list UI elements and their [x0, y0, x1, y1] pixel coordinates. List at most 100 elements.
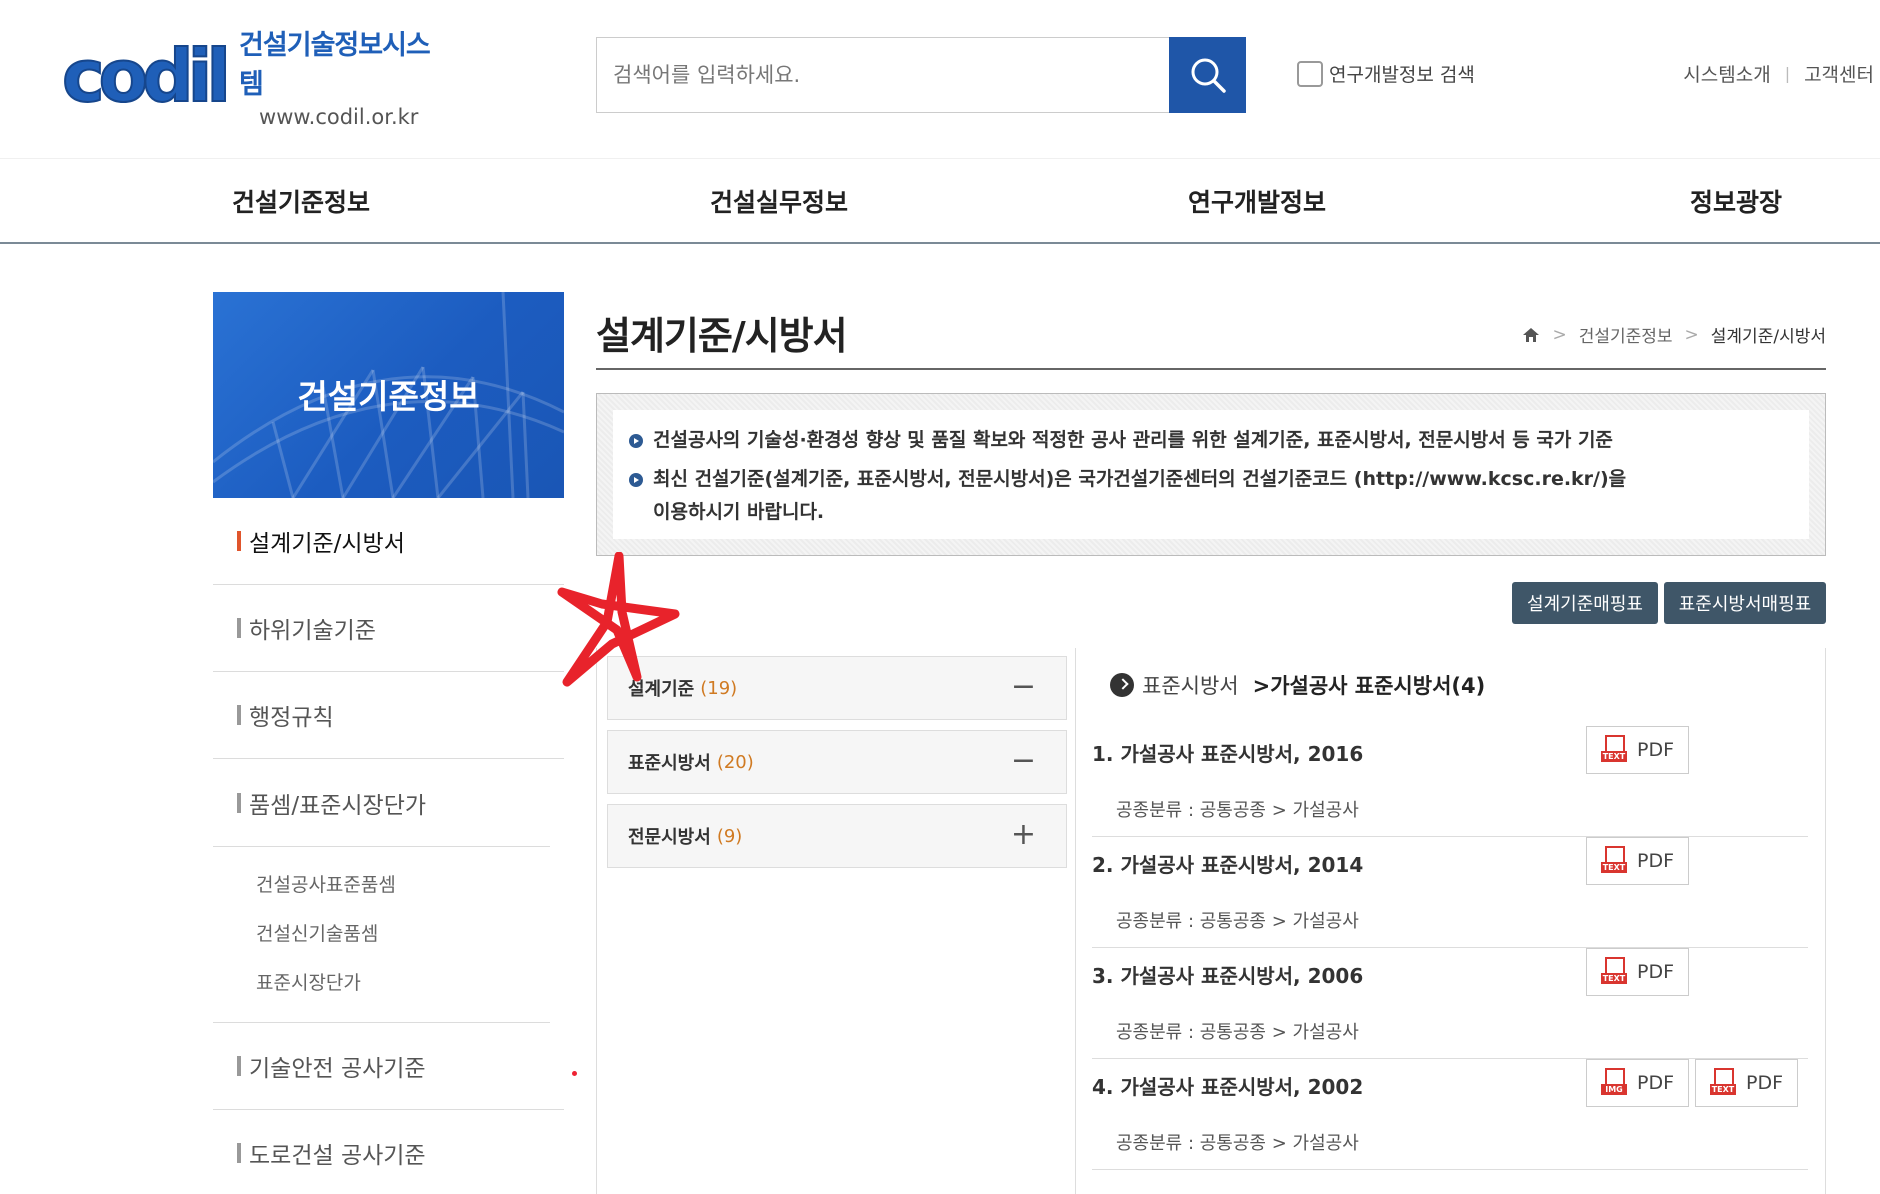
collapse-icon[interactable]: − — [1011, 743, 1036, 778]
pdf-text-icon: TEXT — [1600, 846, 1627, 876]
spec-mapping-button[interactable]: 표준시방서매핑표 — [1664, 582, 1826, 624]
list-current: >가설공사 표준시방서(4) — [1252, 674, 1486, 698]
info-line: 이용하시기 바랍니다. — [629, 496, 1793, 529]
pdf-text-icon: TEXT — [1600, 957, 1627, 987]
sidebar-item-sub-standards[interactable]: 하위기술기준 — [213, 585, 564, 672]
search-icon — [1191, 58, 1226, 93]
bullet-icon — [629, 473, 643, 487]
category-panel: 설계기준 (19) − 표준시방서 (20) − 전문시방서 (9) + — [596, 648, 1076, 1194]
customer-center-link[interactable]: 고객센터 — [1804, 60, 1874, 87]
pdf-label: PDF — [1636, 739, 1675, 761]
info-line: 건설공사의 기술성·환경성 향상 및 품질 확보와 적정한 공사 관리를 위한 … — [629, 424, 1793, 457]
logo-title: 건설기술정보시스템 — [239, 30, 431, 100]
category-count: (9) — [716, 825, 743, 847]
sidebar-banner: 건설기준정보 — [213, 292, 564, 498]
breadcrumb: > 건설기준정보 > 설계기준/시방서 — [1522, 322, 1826, 347]
info-line: 최신 건설기준(설계기준, 표준시방서, 전문시방서)은 국가건설기준센터의 건… — [629, 463, 1793, 496]
document-classification: 공종분류 : 공통공종 > 가설공사 — [1116, 800, 1359, 821]
breadcrumb-item[interactable]: 건설기준정보 — [1579, 322, 1673, 347]
pdf-img-icon: IMG — [1600, 1068, 1627, 1098]
sidebar-item-label: 하위기술기준 — [249, 618, 376, 644]
info-text: 이용하시기 바랍니다. — [653, 501, 825, 523]
item-marker — [237, 1143, 241, 1163]
sidebar-subitem[interactable]: 건설신기술품셈 — [256, 910, 550, 959]
item-marker — [237, 1056, 241, 1076]
site-logo[interactable]: codil 건설기술정보시스템 www.codil.or.kr — [61, 30, 432, 129]
sidebar-nav: 설계기준/시방서 하위기술기준 행정규칙 품셈/표준시장단가 건설공사표준품셈 … — [213, 498, 564, 1194]
document-title[interactable]: 3. 가설공사 표준시방서, 2006 — [1092, 960, 1363, 989]
pdf-download-button[interactable]: TEXT PDF — [1695, 1059, 1798, 1107]
pdf-label: PDF — [1636, 961, 1675, 983]
header: codil 건설기술정보시스템 www.codil.or.kr 연구개발정보 검… — [0, 0, 1880, 158]
document-item: 3. 가설공사 표준시방서, 2006 공종분류 : 공통공종 > 가설공사 T… — [1092, 948, 1808, 1059]
chevron-circle-icon — [1110, 673, 1134, 697]
search-input[interactable] — [597, 38, 1169, 112]
sidebar-item-label: 행정규칙 — [249, 705, 334, 731]
document-classification: 공종분류 : 공통공종 > 가설공사 — [1116, 1133, 1359, 1154]
sidebar-item-label: 기술안전 공사기준 — [249, 1056, 426, 1082]
gnb-standards[interactable]: 건설기준정보 — [232, 183, 370, 219]
document-classification: 공종분류 : 공통공종 > 가설공사 — [1116, 1022, 1359, 1043]
pdf-label: PDF — [1745, 1072, 1784, 1094]
divider — [596, 368, 1826, 370]
gnb-rnd[interactable]: 연구개발정보 — [1188, 183, 1326, 219]
item-marker — [237, 792, 241, 813]
document-classification: 공종분류 : 공통공종 > 가설공사 — [1116, 911, 1359, 932]
sidebar-item-admin-rules[interactable]: 행정규칙 — [213, 672, 564, 759]
sidebar-item-label: 설계기준/시방서 — [249, 531, 405, 557]
checkbox-box[interactable] — [1297, 60, 1323, 87]
gnb-plaza[interactable]: 정보광장 — [1690, 183, 1782, 219]
star-annotation-icon — [557, 552, 680, 687]
list-path: 표준시방서 — [1142, 674, 1239, 698]
top-links: 시스템소개 | 고객센터 — [1683, 60, 1874, 87]
pdf-download-button[interactable]: TEXT PDF — [1586, 837, 1689, 885]
gnb-practice[interactable]: 건설실무정보 — [710, 183, 848, 219]
sidebar-subitem[interactable]: 표준시장단가 — [256, 959, 550, 1008]
sidebar-item-unit-cost[interactable]: 품셈/표준시장단가 — [213, 759, 564, 846]
pdf-download-button[interactable]: IMG PDF — [1586, 1059, 1689, 1107]
item-marker — [237, 705, 241, 725]
info-box: 건설공사의 기술성·환경성 향상 및 품질 확보와 적정한 공사 관리를 위한 … — [596, 393, 1826, 556]
sidebar-subitem[interactable]: 건설공사표준품셈 — [256, 861, 550, 910]
pdf-download-button[interactable]: TEXT PDF — [1586, 948, 1689, 996]
document-title[interactable]: 4. 가설공사 표준시방서, 2002 — [1092, 1071, 1363, 1100]
sidebar-item-road[interactable]: 도로건설 공사기준 — [213, 1110, 564, 1194]
sidebar-item-safety[interactable]: 기술안전 공사기준 — [213, 1023, 564, 1110]
category-special-spec[interactable]: 전문시방서 (9) + — [607, 804, 1067, 868]
sidebar-item-label: 품셈/표준시장단가 — [249, 792, 427, 819]
document-item: 4. 가설공사 표준시방서, 2002 공종분류 : 공통공종 > 가설공사 I… — [1092, 1059, 1808, 1170]
system-intro-link[interactable]: 시스템소개 — [1683, 60, 1770, 87]
design-mapping-button[interactable]: 설계기준매핑표 — [1512, 582, 1658, 624]
document-item: 1. 가설공사 표준시방서, 2016 공종분류 : 공통공종 > 가설공사 T… — [1092, 726, 1808, 837]
home-icon[interactable] — [1522, 326, 1540, 344]
breadcrumb-item[interactable]: 설계기준/시방서 — [1711, 322, 1826, 347]
document-list-panel: 표준시방서 >가설공사 표준시방서(4) 1. 가설공사 표준시방서, 2016… — [1076, 648, 1826, 1194]
bullet-icon — [629, 434, 643, 448]
sidebar-banner-title: 건설기준정보 — [297, 377, 480, 416]
category-standard-spec[interactable]: 표준시방서 (20) − — [607, 730, 1067, 794]
collapse-icon[interactable]: − — [1011, 669, 1036, 704]
item-marker — [237, 618, 241, 638]
document-title[interactable]: 1. 가설공사 표준시방서, 2016 — [1092, 738, 1363, 767]
search-button[interactable] — [1169, 37, 1246, 113]
category-count: (20) — [716, 751, 754, 773]
pdf-download-button[interactable]: TEXT PDF — [1586, 726, 1689, 774]
sidebar-item-design-standards[interactable]: 설계기준/시방서 — [213, 498, 564, 585]
pdf-label: PDF — [1636, 1072, 1675, 1094]
rd-search-checkbox[interactable]: 연구개발정보 검색 — [1297, 60, 1475, 87]
info-text: 건설공사의 기술성·환경성 향상 및 품질 확보와 적정한 공사 관리를 위한 … — [653, 429, 1613, 451]
global-nav: 건설기준정보 건설실무정보 연구개발정보 정보광장 — [0, 158, 1880, 244]
pdf-text-icon: TEXT — [1709, 1068, 1736, 1098]
chevron-right-icon: > — [1684, 324, 1699, 345]
expand-icon[interactable]: + — [1011, 817, 1036, 852]
rd-search-label: 연구개발정보 검색 — [1329, 64, 1475, 86]
item-marker — [237, 531, 241, 551]
document-item: 2. 가설공사 표준시방서, 2014 공종분류 : 공통공종 > 가설공사 T… — [1092, 837, 1808, 948]
sidebar-subnav: 건설공사표준품셈 건설신기술품셈 표준시장단가 — [213, 846, 550, 1023]
logo-url: www.codil.or.kr — [259, 105, 419, 129]
pdf-text-icon: TEXT — [1600, 735, 1627, 765]
document-title[interactable]: 2. 가설공사 표준시방서, 2014 — [1092, 849, 1363, 878]
info-text: 최신 건설기준(설계기준, 표준시방서, 전문시방서)은 국가건설기준센터의 건… — [653, 468, 1627, 490]
chevron-right-icon: > — [1552, 324, 1567, 345]
page-title: 설계기준/시방서 — [596, 314, 848, 358]
